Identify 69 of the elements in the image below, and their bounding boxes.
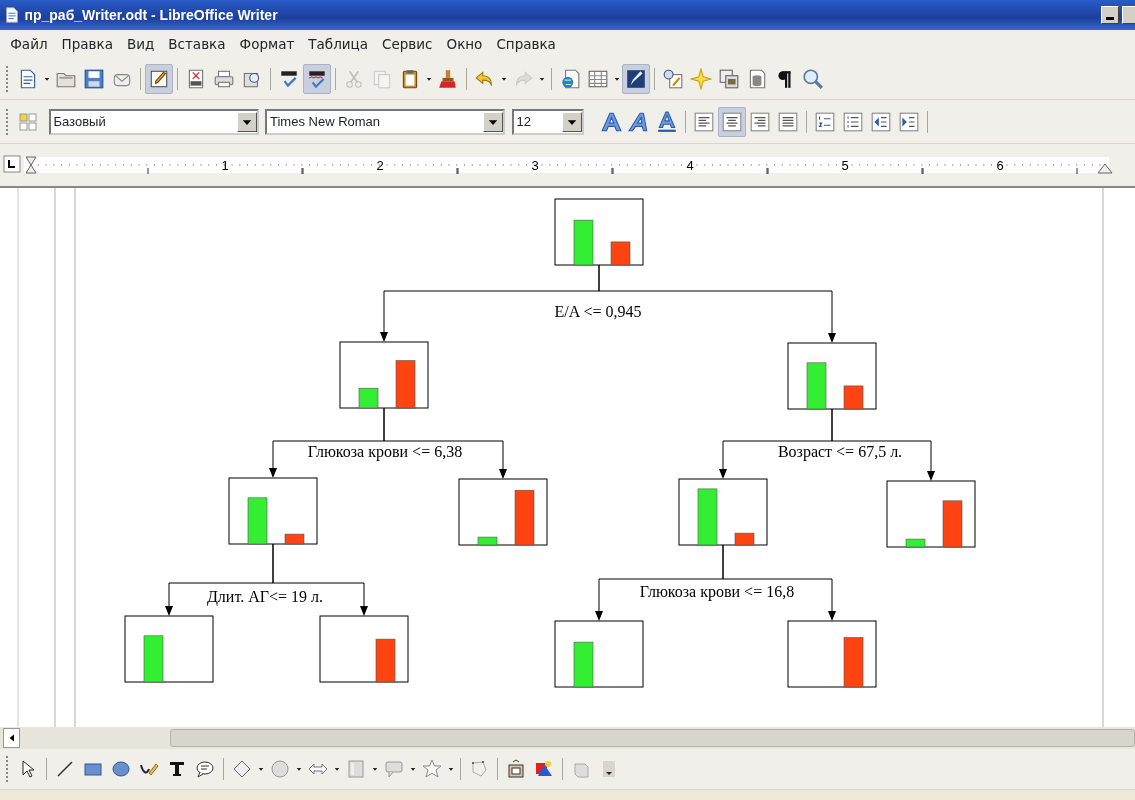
ellipse-icon <box>111 759 131 779</box>
menu-item[interactable]: Справка <box>489 33 563 55</box>
split-condition-label: Длит. АГ<= 19 л. <box>206 588 324 605</box>
zoom-icon <box>802 67 824 90</box>
star-icon <box>690 67 712 90</box>
points-icon <box>469 759 489 779</box>
shapes-image-icon <box>534 759 554 779</box>
combo-value: Times New Roman <box>270 114 381 129</box>
align-right-icon <box>748 110 771 133</box>
ruler-number: 3 <box>531 158 539 173</box>
auto-spellcheck-button[interactable] <box>303 63 331 94</box>
text-tool-icon <box>167 759 187 779</box>
flowchart-shape-icon <box>346 759 366 779</box>
bold-a-icon <box>599 110 622 133</box>
ruler-number: 5 <box>841 158 849 173</box>
diamond-icon <box>232 759 252 779</box>
decrease-indent-icon <box>869 110 892 133</box>
window-title: пр_раб_Writer.odt - LibreOffice Writer <box>24 7 279 23</box>
underline-a-icon <box>655 110 678 133</box>
menu-item[interactable]: Правка <box>54 33 120 55</box>
split-condition-label: Глюкоза крови <= 16,8 <box>639 583 795 600</box>
ruler-number: 2 <box>376 158 384 173</box>
scrollbar-thumb[interactable] <box>170 729 1135 747</box>
font-size-dropdown[interactable]: 12 <box>511 108 584 135</box>
images-icon <box>718 67 740 90</box>
menu-item[interactable]: Вставка <box>161 33 233 55</box>
speech-bubble-icon <box>195 759 215 779</box>
scroll-left-button[interactable] <box>3 728 21 748</box>
combo-value: 12 <box>516 114 531 129</box>
align-center-button[interactable] <box>717 106 746 137</box>
split-condition-label: E/A <= 0,945 <box>554 303 642 320</box>
maximize-button[interactable] <box>1121 6 1135 24</box>
minimize-button[interactable] <box>1100 6 1119 24</box>
styles-grid-icon <box>18 111 38 132</box>
increase-indent-icon <box>897 110 920 133</box>
numbered-list-icon <box>813 110 836 133</box>
menu-item[interactable]: Файл <box>3 33 55 55</box>
split-condition-label: Глюкоза крови <= 6,38 <box>307 443 463 460</box>
menu-item[interactable]: Формат <box>232 33 302 55</box>
pencil-document-button[interactable] <box>145 63 173 94</box>
drawing-brush-button[interactable] <box>622 63 650 94</box>
menu-item[interactable]: Окно <box>439 33 490 55</box>
align-left-icon <box>692 110 715 133</box>
align-center-icon <box>720 110 743 133</box>
star-outline-icon <box>422 759 442 779</box>
minimize-icon <box>1105 16 1114 20</box>
globe-document-icon <box>559 67 581 90</box>
align-justify-icon <box>776 110 799 133</box>
drawing-brush-icon <box>625 67 647 90</box>
font-name-dropdown[interactable]: Times New Roman <box>265 108 505 135</box>
ruler-number: 4 <box>686 158 694 173</box>
callout-shape-icon <box>384 759 404 779</box>
left-indent-marker[interactable] <box>25 156 37 174</box>
ruler-number: 1 <box>221 158 229 173</box>
framed-picture-icon <box>506 759 526 779</box>
menu-item[interactable]: Таблица <box>301 33 376 55</box>
line-icon <box>55 759 75 779</box>
right-indent-marker[interactable] <box>1097 163 1113 174</box>
menu-item[interactable]: Вид <box>119 33 162 55</box>
find-replace-icon <box>662 67 684 90</box>
combo-value: Базовый <box>53 114 106 129</box>
italic-a-icon <box>627 110 650 133</box>
bulleted-list-icon <box>841 110 864 133</box>
tab-type-button[interactable] <box>3 155 21 173</box>
paragraph-style-dropdown[interactable]: Базовый <box>48 108 259 135</box>
menu-item[interactable]: Сервис <box>375 33 440 55</box>
split-condition-label: Возраст <= 67,5 л. <box>777 443 903 460</box>
paintbrush-icon <box>437 67 459 90</box>
ruler-number: 6 <box>996 158 1004 173</box>
